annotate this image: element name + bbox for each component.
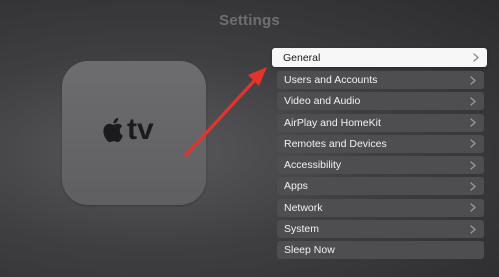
settings-menu: General Users and Accounts Video and Audio… (272, 48, 487, 263)
menu-item-apps[interactable]: Apps (277, 177, 484, 196)
chevron-right-icon (470, 139, 476, 149)
menu-item-label: Users and Accounts (284, 74, 378, 86)
page-title: Settings (219, 12, 280, 29)
menu-item-accessibility[interactable]: Accessibility (277, 156, 484, 175)
menu-item-label: Sleep Now (284, 244, 335, 257)
menu-item-label: Video and Audio (284, 95, 361, 108)
menu-item-users-and-accounts[interactable]: Users and Accounts (277, 71, 484, 89)
menu-item-label: Accessibility (284, 159, 342, 172)
chevron-right-icon (470, 203, 476, 212)
menu-item-system[interactable]: System (277, 220, 484, 239)
menu-item-label: Apps (284, 180, 308, 193)
chevron-right-icon (470, 182, 476, 191)
chevron-right-icon (470, 118, 476, 127)
menu-item-label: AirPlay and HomeKit (284, 116, 381, 129)
chevron-right-icon (470, 161, 476, 170)
menu-item-airplay-and-homekit[interactable]: AirPlay and HomeKit (277, 113, 484, 132)
menu-item-video-and-audio[interactable]: Video and Audio (277, 92, 484, 111)
settings-screen: Settings tv General Users and Accounts Vid… (0, 0, 499, 277)
apple-tv-logo: tv (101, 115, 154, 145)
chevron-right-icon (470, 97, 476, 106)
menu-item-label: Network (284, 201, 323, 214)
chevron-right-icon (473, 53, 479, 62)
menu-item-sleep-now[interactable]: Sleep Now (277, 241, 484, 260)
apple-tv-device-tile: tv (62, 61, 206, 205)
tv-label: tv (127, 113, 154, 146)
menu-item-remotes-and-devices[interactable]: Remotes and Devices (277, 134, 484, 153)
chevron-right-icon (470, 224, 476, 234)
menu-item-general[interactable]: General (272, 48, 487, 67)
menu-item-network[interactable]: Network (277, 198, 484, 217)
menu-item-label: System (284, 223, 320, 236)
menu-item-label: Remotes and Devices (284, 137, 387, 150)
chevron-right-icon (470, 75, 476, 85)
apple-logo-icon (103, 117, 123, 143)
menu-item-label: General (283, 51, 321, 64)
